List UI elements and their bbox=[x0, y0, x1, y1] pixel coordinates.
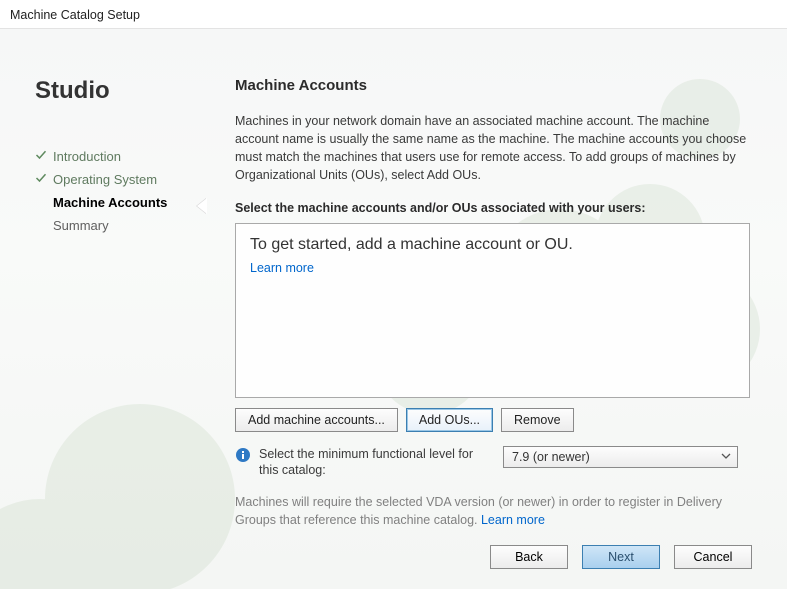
main-area: Studio Introduction Operating System Mac… bbox=[0, 28, 787, 589]
wizard-footer: Back Next Cancel bbox=[490, 545, 752, 569]
page-title: Machine Accounts bbox=[235, 77, 755, 94]
step-introduction[interactable]: Introduction bbox=[35, 145, 215, 168]
check-icon bbox=[35, 172, 47, 187]
add-ous-button[interactable]: Add OUs... bbox=[406, 408, 493, 432]
content-pane: Machine Accounts Machines in your networ… bbox=[235, 77, 755, 530]
check-icon bbox=[35, 149, 47, 164]
wizard-sidebar: Studio Introduction Operating System Mac… bbox=[35, 77, 215, 237]
back-button[interactable]: Back bbox=[490, 545, 568, 569]
accounts-listbox[interactable]: To get started, add a machine account or… bbox=[235, 223, 750, 398]
learn-more-link[interactable]: Learn more bbox=[250, 261, 314, 275]
step-operating-system[interactable]: Operating System bbox=[35, 168, 215, 191]
step-label: Summary bbox=[53, 218, 109, 233]
check-icon bbox=[35, 195, 47, 210]
functional-level-row: Select the minimum functional level for … bbox=[235, 446, 755, 480]
cancel-button[interactable]: Cancel bbox=[674, 545, 752, 569]
vda-note: Machines will require the selected VDA v… bbox=[235, 493, 755, 529]
step-label: Machine Accounts bbox=[53, 195, 167, 210]
empty-prompt: To get started, add a machine account or… bbox=[250, 236, 735, 254]
studio-title: Studio bbox=[35, 77, 215, 105]
dropdown-value: 7.9 (or newer) bbox=[512, 450, 590, 464]
next-button[interactable]: Next bbox=[582, 545, 660, 569]
info-icon bbox=[235, 447, 251, 463]
remove-button[interactable]: Remove bbox=[501, 408, 574, 432]
chevron-down-icon bbox=[721, 450, 731, 464]
select-label: Select the machine accounts and/or OUs a… bbox=[235, 201, 755, 215]
step-label: Operating System bbox=[53, 172, 157, 187]
functional-level-label: Select the minimum functional level for … bbox=[259, 446, 495, 480]
step-pointer bbox=[197, 198, 207, 214]
functional-level-dropdown[interactable]: 7.9 (or newer) bbox=[503, 446, 738, 468]
step-machine-accounts[interactable]: Machine Accounts bbox=[35, 191, 215, 214]
window-title: Machine Catalog Setup bbox=[0, 0, 787, 28]
intro-text: Machines in your network domain have an … bbox=[235, 112, 755, 185]
note-text: Machines will require the selected VDA v… bbox=[235, 495, 722, 527]
step-summary[interactable]: Summary bbox=[35, 214, 215, 237]
step-label: Introduction bbox=[53, 149, 121, 164]
check-icon bbox=[35, 218, 47, 233]
listbox-buttons: Add machine accounts... Add OUs... Remov… bbox=[235, 408, 755, 432]
note-learn-more-link[interactable]: Learn more bbox=[481, 513, 545, 527]
add-machine-accounts-button[interactable]: Add machine accounts... bbox=[235, 408, 398, 432]
